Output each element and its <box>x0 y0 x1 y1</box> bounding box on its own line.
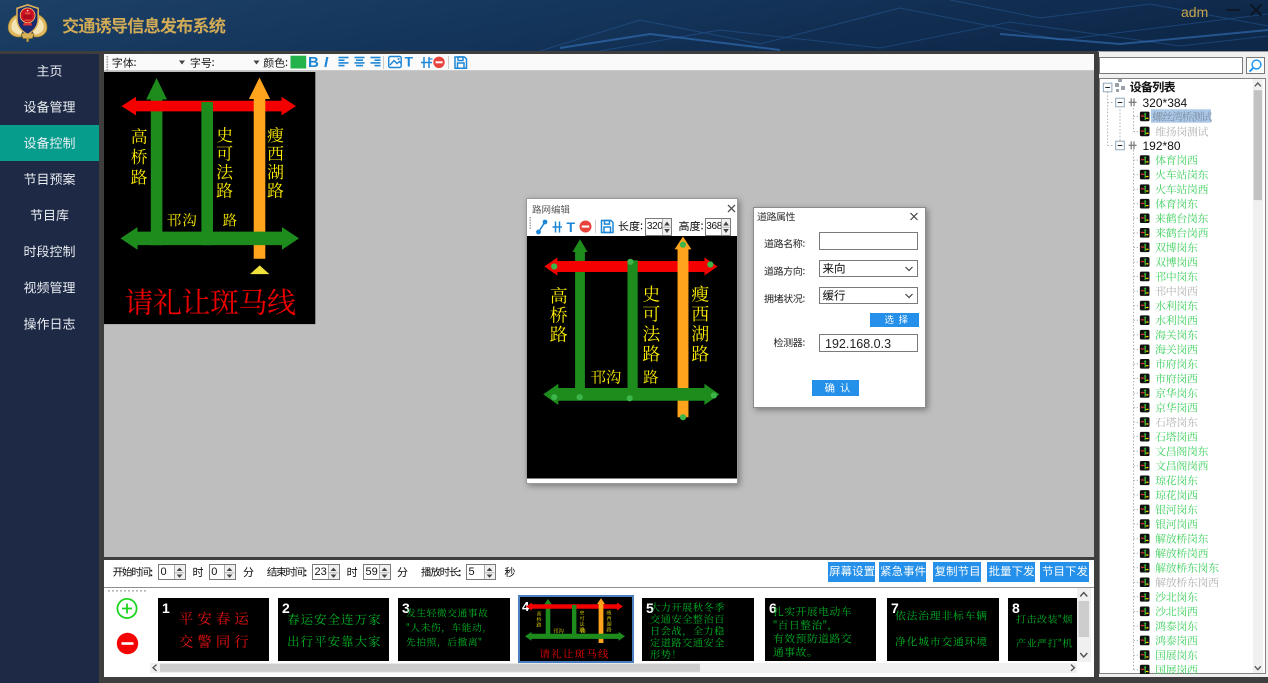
svg-text:8: 8 <box>1012 600 1020 616</box>
svg-text:I: I <box>324 54 329 71</box>
svg-text:B: B <box>308 54 319 71</box>
svg-text:2: 2 <box>281 600 289 616</box>
svg-text:1: 1 <box>162 600 170 616</box>
svg-text:T: T <box>405 54 414 70</box>
svg-text:7: 7 <box>891 600 899 616</box>
svg-text:T: T <box>567 219 576 235</box>
svg-text:5: 5 <box>646 600 654 616</box>
